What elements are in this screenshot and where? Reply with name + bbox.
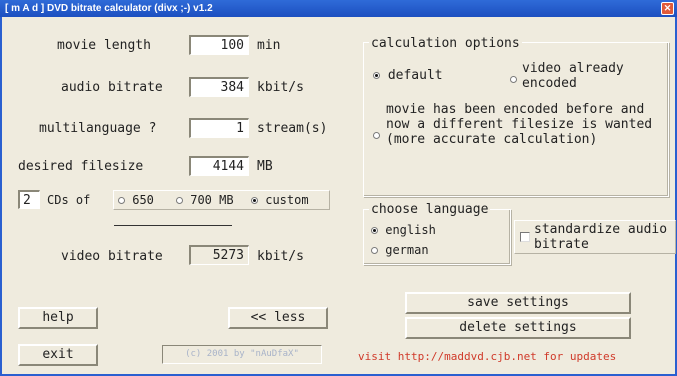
less-button[interactable]: << less (228, 307, 328, 329)
cd-size-custom-radio[interactable] (251, 197, 258, 204)
delete-settings-button[interactable]: delete settings (405, 317, 631, 339)
cd-size-650-option[interactable]: 650 (118, 193, 154, 207)
help-button[interactable]: help (18, 307, 98, 329)
cd-size-700-radio[interactable] (176, 197, 183, 204)
desired-filesize-input[interactable]: 4144 (189, 156, 249, 176)
close-icon: ✕ (663, 3, 672, 13)
language-german-option[interactable]: german (371, 243, 429, 257)
language-german-radio[interactable] (371, 247, 378, 254)
calc-already-encoded-radio[interactable] (510, 76, 517, 83)
visit-link[interactable]: visit http://maddvd.cjb.net for updates (358, 350, 616, 363)
multilanguage-unit: stream(s) (257, 121, 328, 136)
calculation-options-legend: calculation options (369, 36, 522, 51)
exit-button[interactable]: exit (18, 344, 98, 366)
standardize-check-box[interactable] (520, 232, 530, 242)
cd-of-label: CDs of (47, 193, 91, 207)
cd-count-input[interactable]: 2 (18, 190, 40, 209)
cd-size-700-label: 700 MB (190, 193, 234, 207)
cd-size-custom-label: custom (265, 193, 309, 207)
save-settings-button[interactable]: save settings (405, 292, 631, 314)
cd-size-650-label: 650 (132, 193, 154, 207)
cd-size-group: 650 700 MB custom (113, 190, 330, 210)
copyright-box: (c) 2001 by "nAuDfaX" (162, 345, 322, 364)
window-title: [ m A d ] DVD bitrate calculator (divx ;… (5, 3, 213, 14)
language-legend: choose language (369, 202, 491, 217)
standardize-checkbox[interactable] (520, 231, 530, 246)
calc-already-encoded-label: video already encoded (522, 61, 624, 91)
language-german-label: german (385, 243, 429, 257)
multilanguage-label: multilanguage ? (39, 121, 157, 136)
cd-size-custom-option[interactable]: custom (251, 193, 309, 207)
audio-bitrate-label: audio bitrate (61, 80, 163, 95)
calc-default-option[interactable]: default (373, 68, 443, 83)
main-panel: movie length 100 min audio bitrate 384 k… (0, 17, 677, 376)
movie-length-unit: min (257, 38, 281, 53)
calc-default-label: default (387, 68, 443, 83)
multilanguage-input[interactable]: 1 (189, 118, 249, 138)
movie-length-label: movie length (57, 38, 151, 53)
calc-default-radio[interactable] (373, 72, 380, 79)
cd-size-700-option[interactable]: 700 MB (176, 193, 234, 207)
video-bitrate-label: video bitrate (61, 249, 163, 264)
cd-size-650-radio[interactable] (118, 197, 125, 204)
close-button[interactable]: ✕ (661, 2, 674, 15)
calc-reencode-label: movie has been encoded before and now a … (386, 102, 653, 147)
title-bar: [ m A d ] DVD bitrate calculator (divx ;… (0, 0, 677, 17)
standardize-label: standardize audio bitrate (534, 222, 668, 252)
calc-reencode-radio[interactable] (373, 132, 380, 139)
language-english-label: english (385, 223, 436, 237)
language-english-option[interactable]: english (371, 223, 436, 237)
calc-reencode-option[interactable] (373, 128, 380, 143)
video-bitrate-output: 5273 (189, 245, 249, 265)
calc-already-encoded-option[interactable] (510, 72, 517, 87)
divider-line (114, 225, 232, 226)
language-english-radio[interactable] (371, 227, 378, 234)
desired-filesize-unit: MB (257, 159, 273, 174)
audio-bitrate-unit: kbit/s (257, 80, 304, 95)
desired-filesize-label: desired filesize (18, 159, 144, 174)
movie-length-input[interactable]: 100 (189, 35, 249, 55)
audio-bitrate-input[interactable]: 384 (189, 77, 249, 97)
video-bitrate-unit: kbit/s (257, 249, 304, 264)
